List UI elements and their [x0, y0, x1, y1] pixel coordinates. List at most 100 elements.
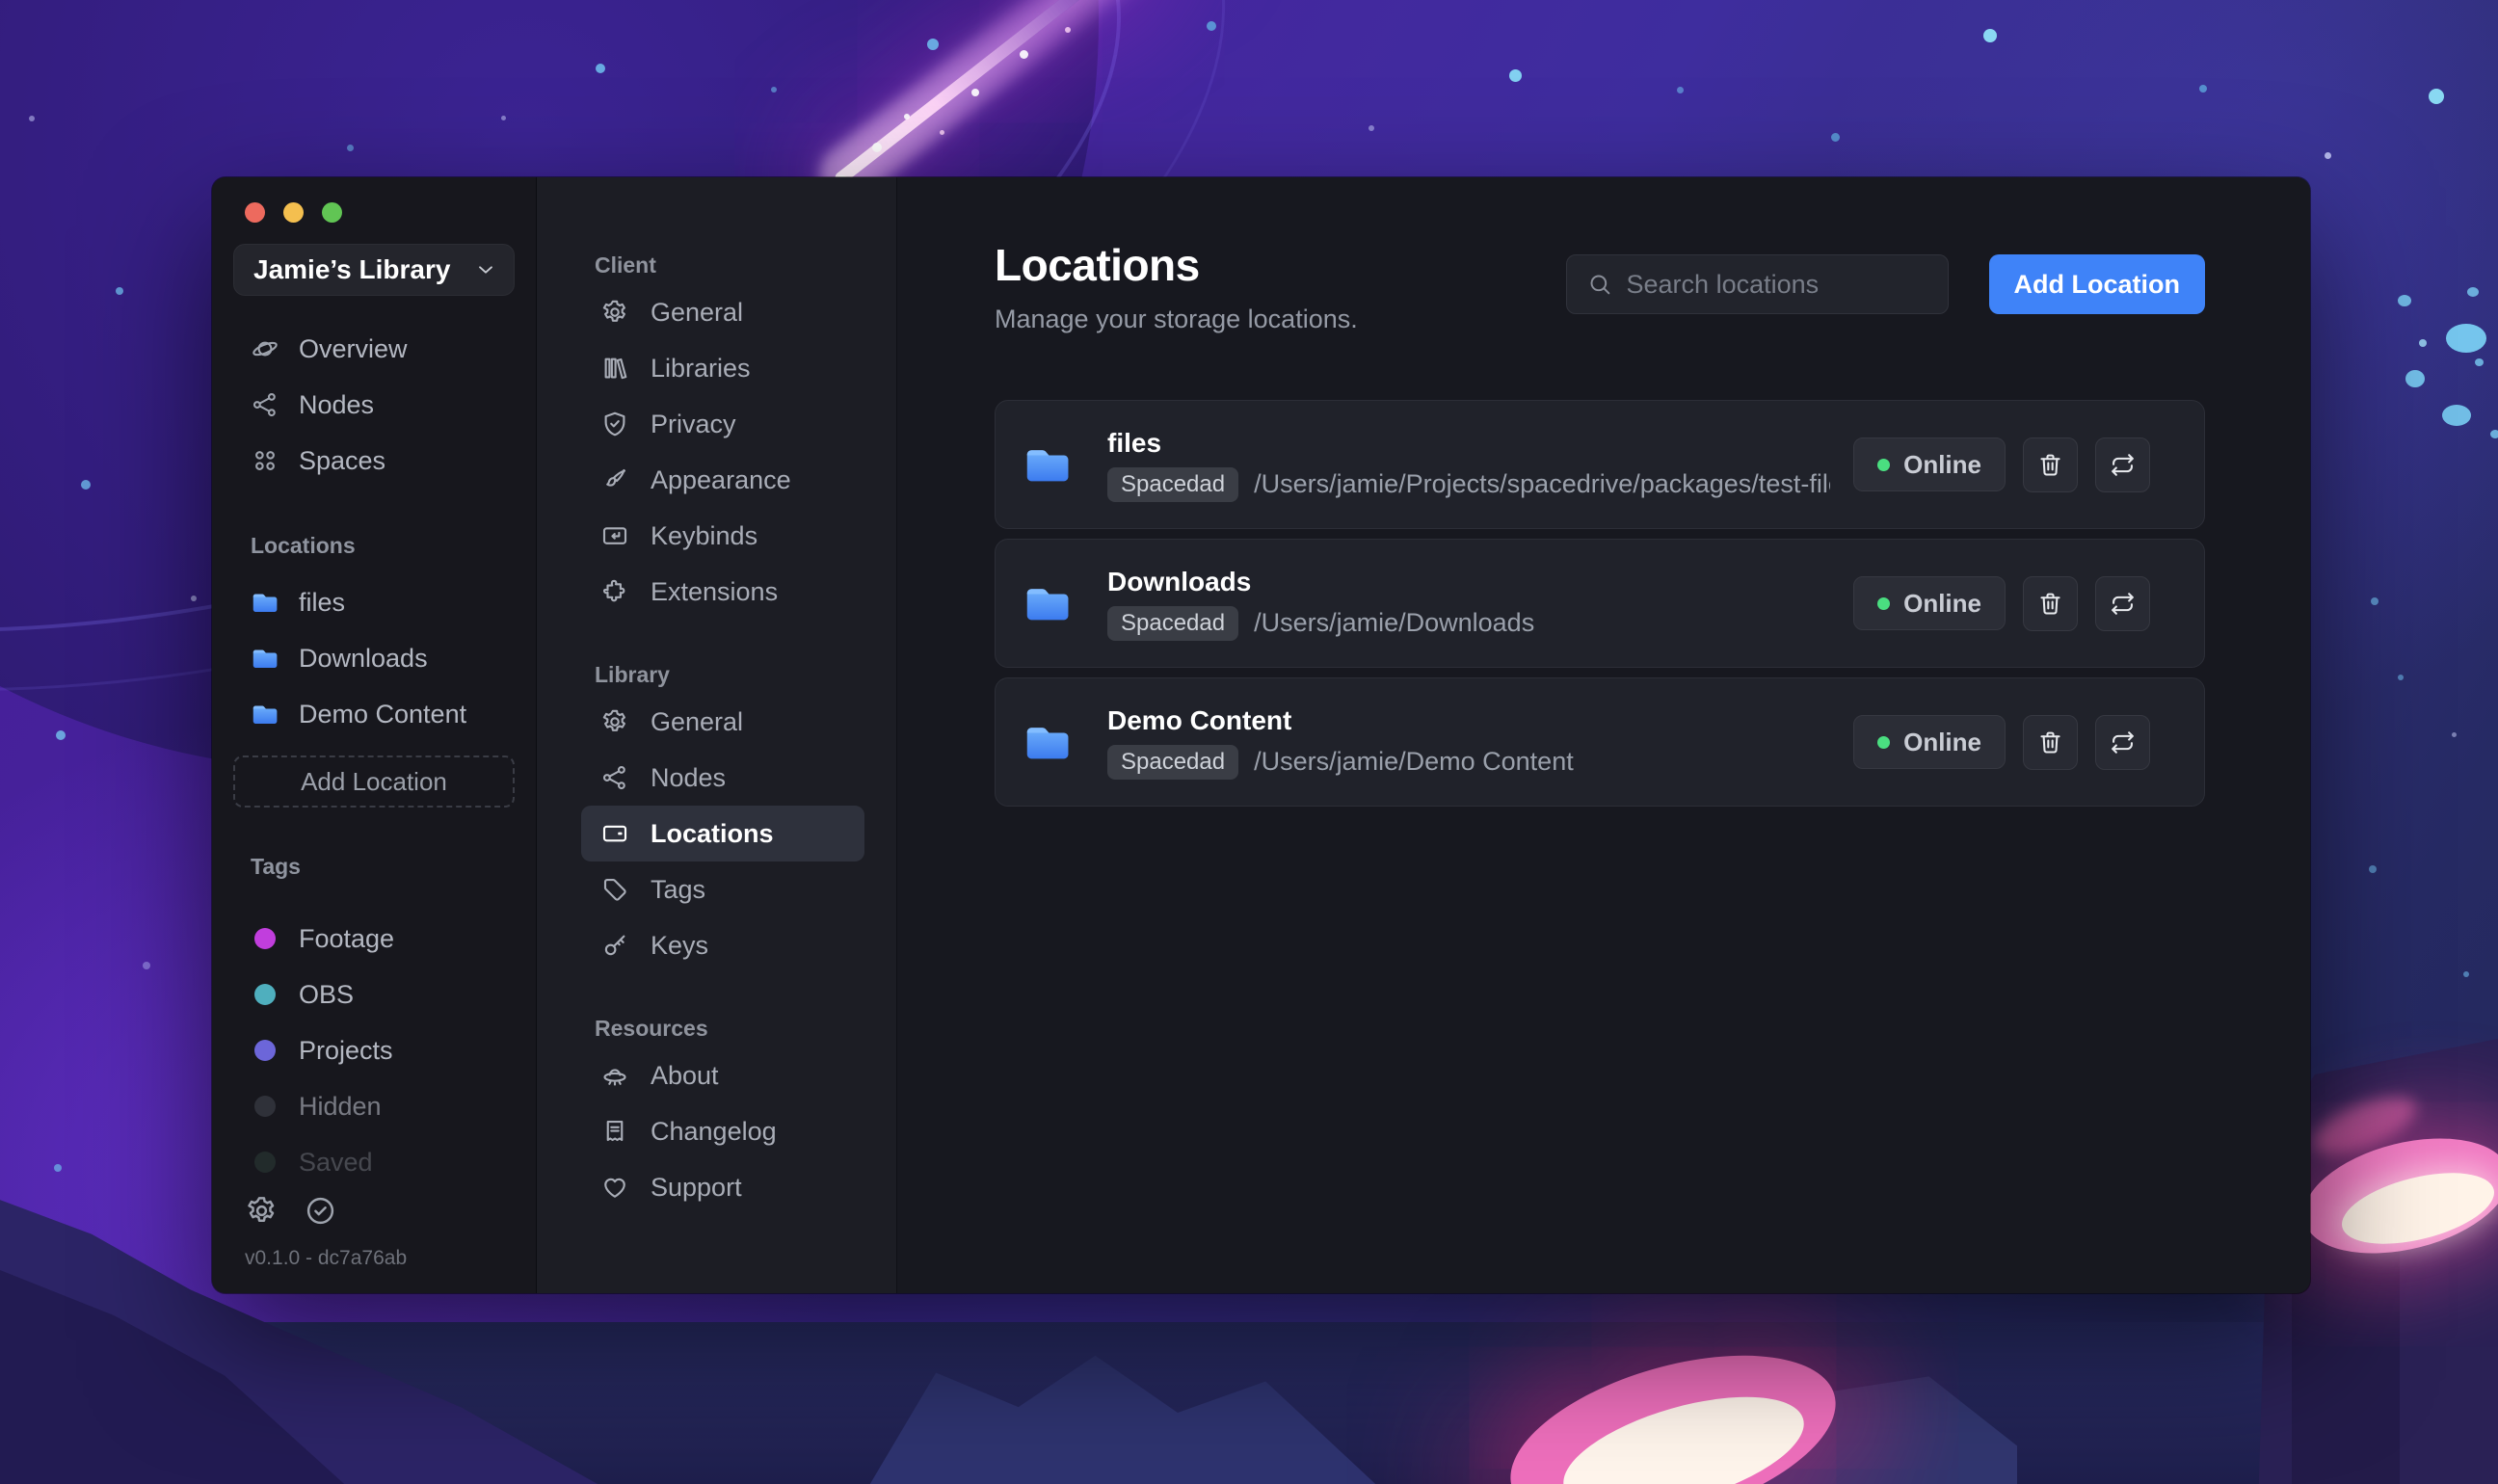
sidebar-tag-saved[interactable]: Saved — [233, 1134, 515, 1190]
check-circle-icon[interactable] — [304, 1194, 337, 1228]
locations-list: files Spacedad /Users/jamie/Projects/spa… — [995, 400, 2205, 807]
star — [191, 596, 197, 601]
star — [872, 143, 882, 152]
settings-nav-item-about[interactable]: About — [581, 1047, 864, 1103]
star — [2371, 597, 2378, 605]
online-badge: Online — [1853, 437, 2006, 491]
delete-location-button[interactable] — [2023, 437, 2078, 492]
app-version: v0.1.0 - dc7a76ab — [245, 1247, 408, 1269]
node-badge: Spacedad — [1107, 466, 1239, 502]
star — [2199, 85, 2207, 93]
star — [1369, 125, 1374, 131]
settings-nav-item-extensions[interactable]: Extensions — [581, 564, 864, 620]
library-selector[interactable]: Jamie’s Library — [233, 244, 515, 296]
sidebar-tag-hidden[interactable]: Hidden — [233, 1078, 515, 1134]
settings-nav-item-client-general[interactable]: General — [581, 284, 864, 340]
sidebar-tag-obs[interactable]: OBS — [233, 967, 515, 1022]
star — [2467, 287, 2479, 297]
folder-icon — [251, 644, 279, 673]
sidebar-tag-projects[interactable]: Projects — [233, 1022, 515, 1078]
star — [1677, 87, 1684, 93]
tag-color-dot — [254, 928, 276, 949]
minimize-button[interactable] — [283, 202, 304, 223]
sidebar-location-downloads[interactable]: Downloads — [233, 630, 515, 686]
books-icon — [600, 354, 629, 383]
nav-item-label: Tags — [651, 874, 706, 904]
sidebar-item-nodes[interactable]: Nodes — [233, 377, 515, 433]
nav-item-label: About — [651, 1060, 719, 1090]
grid-dots-icon — [251, 446, 279, 475]
tag-label: Saved — [299, 1147, 373, 1177]
settings-nav: Client General Libraries Privacy Appeara… — [537, 177, 897, 1293]
star — [940, 130, 944, 135]
location-card-files[interactable]: files Spacedad /Users/jamie/Projects/spa… — [995, 400, 2205, 529]
sidebar-item-spaces[interactable]: Spaces — [233, 433, 515, 489]
sidebar-location-files[interactable]: files — [233, 574, 515, 630]
star — [1207, 21, 1216, 31]
settings-nav-item-libraries[interactable]: Libraries — [581, 340, 864, 396]
settings-nav-item-support[interactable]: Support — [581, 1159, 864, 1215]
tag-icon — [600, 875, 629, 904]
repeat-icon — [2109, 590, 2137, 618]
tag-label: Hidden — [299, 1091, 382, 1121]
star — [2369, 865, 2377, 873]
sidebar-item-overview[interactable]: Overview — [233, 321, 515, 377]
nav-item-label: Keys — [651, 930, 709, 960]
star — [2446, 324, 2486, 353]
star — [927, 39, 939, 50]
search-input[interactable] — [1626, 269, 1928, 300]
settings-nav-item-privacy[interactable]: Privacy — [581, 396, 864, 452]
settings-nav-item-changelog[interactable]: Changelog — [581, 1103, 864, 1159]
folder-icon — [251, 700, 279, 729]
folder-icon — [1023, 717, 1073, 767]
page-header: Locations Manage your storage locations.… — [995, 239, 2205, 334]
share-network-icon — [251, 390, 279, 419]
star — [116, 287, 123, 295]
folder-icon — [1023, 578, 1073, 628]
nav-item-label: Changelog — [651, 1116, 777, 1146]
settings-nav-item-keybinds[interactable]: Keybinds — [581, 508, 864, 564]
location-card-demo-content[interactable]: Demo Content Spacedad /Users/jamie/Demo … — [995, 677, 2205, 807]
rescan-location-button[interactable] — [2095, 575, 2150, 631]
tag-color-dot — [254, 1040, 276, 1061]
settings-nav-item-library-general[interactable]: General — [581, 694, 864, 750]
rescan-location-button[interactable] — [2095, 714, 2150, 770]
app-window: Jamie’s Library Overview Nodes Spaces Lo… — [212, 177, 2310, 1293]
add-location-button[interactable]: Add Location — [1988, 254, 2205, 314]
location-card-downloads[interactable]: Downloads Spacedad /Users/jamie/Download… — [995, 539, 2205, 668]
settings-nav-item-tags[interactable]: Tags — [581, 861, 864, 917]
star — [501, 116, 506, 120]
delete-location-button[interactable] — [2023, 714, 2078, 770]
trash-icon — [2036, 590, 2064, 618]
star — [971, 89, 979, 96]
nav-item-label: Extensions — [651, 576, 779, 606]
zoom-button[interactable] — [322, 202, 342, 223]
paintbrush-icon — [600, 465, 629, 494]
ufo-icon — [600, 1061, 629, 1090]
gear-icon[interactable] — [245, 1194, 279, 1228]
settings-nav-item-library-nodes[interactable]: Nodes — [581, 750, 864, 806]
star — [1983, 29, 1997, 42]
close-button[interactable] — [245, 202, 265, 223]
sidebar-footer: v0.1.0 - dc7a76ab — [245, 1194, 407, 1270]
locations-section-title: Locations — [251, 533, 356, 558]
star — [1831, 133, 1840, 142]
star — [2463, 971, 2469, 977]
online-dot — [1877, 596, 1891, 610]
sidebar-tag-footage[interactable]: Footage — [233, 911, 515, 967]
settings-nav-item-appearance[interactable]: Appearance — [581, 452, 864, 508]
repeat-icon — [2109, 451, 2137, 479]
settings-nav-item-keys[interactable]: Keys — [581, 917, 864, 973]
sidebar-location-demo-content[interactable]: Demo Content — [233, 686, 515, 742]
sidebar-item-label: files — [299, 587, 346, 617]
tag-color-dot — [254, 1096, 276, 1117]
rescan-location-button[interactable] — [2095, 437, 2150, 492]
nav-item-label: Appearance — [651, 464, 791, 494]
star — [596, 64, 605, 73]
search-icon — [1586, 271, 1613, 298]
sidebar-add-location-button[interactable]: Add Location — [233, 755, 515, 808]
settings-nav-item-locations[interactable]: Locations — [581, 806, 864, 861]
location-name: Demo Content — [1107, 704, 1292, 735]
delete-location-button[interactable] — [2023, 575, 2078, 631]
sidebar-item-label: Demo Content — [299, 699, 467, 729]
